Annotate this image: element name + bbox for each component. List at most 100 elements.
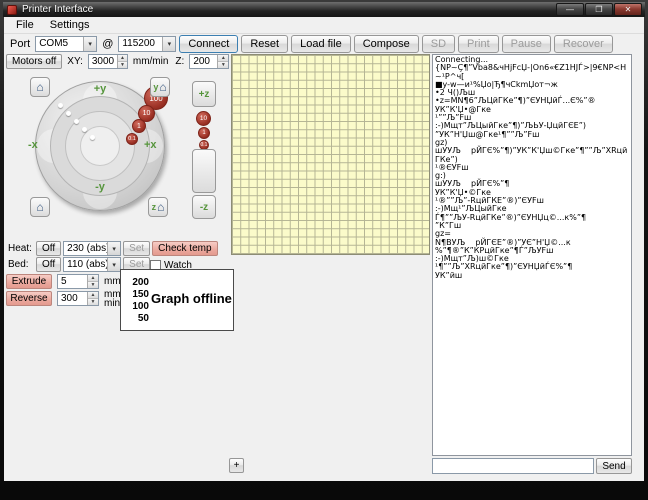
- jog-minus-x-label[interactable]: -x: [28, 139, 38, 151]
- heat-label: Heat:: [8, 243, 34, 254]
- wheel-dot: [58, 103, 63, 108]
- xy-feedrate-stepper[interactable]: 3000 ▲ ▼: [88, 54, 128, 69]
- load-file-button[interactable]: Load file: [291, 35, 351, 53]
- check-temp-button[interactable]: Check temp: [152, 241, 217, 256]
- caption-buttons: — ❐ ✕: [556, 3, 645, 16]
- window-title: Printer Interface: [22, 4, 93, 15]
- wheel-dot: [66, 111, 71, 116]
- xy-feedrate-value[interactable]: 3000: [89, 55, 117, 68]
- z-feedrate-value[interactable]: 200: [190, 55, 217, 68]
- menu-settings[interactable]: Settings: [42, 18, 98, 32]
- home-all-button[interactable]: ⌂: [30, 197, 50, 217]
- stepper-arrows[interactable]: ▲ ▼: [87, 292, 98, 305]
- step-up-icon[interactable]: ▲: [88, 292, 98, 299]
- graph-tick: 100: [121, 301, 149, 312]
- chevron-down-icon[interactable]: ▾: [162, 37, 175, 51]
- chevron-down-icon[interactable]: ▾: [107, 242, 120, 255]
- jog-plus-y-label[interactable]: +y: [86, 83, 114, 95]
- reset-button[interactable]: Reset: [241, 35, 288, 53]
- z-step-slider[interactable]: [192, 149, 216, 193]
- home-x-button[interactable]: ⌂: [30, 77, 50, 97]
- hotend-temp-row: Heat: Off 230 (abs) ▾ Set Check temp: [8, 241, 218, 256]
- reverse-speed-stepper[interactable]: 300 ▲ ▼: [57, 291, 99, 306]
- home-icon: ⌂: [36, 201, 43, 213]
- reverse-row: Reverse 300 ▲ ▼ mm/ min: [6, 291, 123, 306]
- sd-button[interactable]: SD: [422, 35, 455, 53]
- home-icon: ⌂: [159, 81, 166, 93]
- pause-button[interactable]: Pause: [502, 35, 551, 53]
- graph-offline-text: Graph offline: [151, 291, 232, 306]
- bed-off-button[interactable]: Off: [36, 257, 61, 272]
- step-badge-0.1: 0.1: [126, 133, 138, 145]
- home-icon: ⌂: [36, 81, 43, 93]
- compose-button[interactable]: Compose: [354, 35, 419, 53]
- window-frame: Printer Interface — ❐ ✕ File Settings Po…: [0, 0, 648, 500]
- print-button[interactable]: Print: [458, 35, 499, 53]
- expand-plus-button[interactable]: +: [229, 458, 244, 473]
- jog-controls: +y -y -x +x 100 10 1 0.1 ⌂ y ⌂ ⌂ z ⌂ +z: [24, 73, 224, 225]
- home-y-button[interactable]: y ⌂: [150, 77, 170, 97]
- z-plus-button[interactable]: +z: [192, 81, 216, 107]
- title-bar[interactable]: Printer Interface — ❐ ✕: [3, 2, 645, 17]
- heat-off-button[interactable]: Off: [36, 241, 61, 256]
- send-button[interactable]: Send: [596, 458, 632, 474]
- z-feedrate-stepper[interactable]: 200 ▲ ▼: [189, 54, 229, 69]
- z-step-badge-1: 1: [198, 127, 210, 139]
- step-up-icon[interactable]: ▲: [88, 275, 98, 282]
- step-badge-1: 1: [132, 119, 146, 133]
- maximize-button[interactable]: ❐: [585, 3, 613, 16]
- menu-file[interactable]: File: [8, 18, 42, 32]
- heat-set-button[interactable]: Set: [123, 241, 150, 256]
- port-select[interactable]: COM5 ▾: [35, 36, 97, 52]
- motors-off-button[interactable]: Motors off: [6, 54, 62, 69]
- connection-toolbar: Port COM5 ▾ @ 115200 ▾ Connect Reset Loa…: [8, 35, 613, 53]
- jog-wheel-ring-01[interactable]: [80, 126, 120, 166]
- baud-select[interactable]: 115200 ▾: [118, 36, 176, 52]
- bed-temp-value: 110 (abs): [64, 258, 107, 271]
- step-down-icon[interactable]: ▼: [88, 282, 98, 288]
- client-area: File Settings Port COM5 ▾ @ 115200 ▾ Con…: [4, 17, 644, 481]
- jog-plus-x-label[interactable]: +x: [144, 139, 157, 151]
- print-bed-canvas[interactable]: [231, 54, 430, 255]
- step-up-icon[interactable]: ▲: [118, 55, 127, 62]
- command-input[interactable]: [432, 458, 594, 474]
- extrude-amount-stepper[interactable]: 5 ▲ ▼: [57, 274, 99, 289]
- baud-value: 115200: [119, 37, 162, 51]
- feed-unit-label: mm/min: [131, 56, 171, 67]
- at-label: @: [100, 38, 115, 50]
- xy-feed-label: XY:: [65, 56, 85, 67]
- home-y-label: y: [153, 82, 158, 92]
- port-label: Port: [8, 38, 32, 50]
- step-down-icon[interactable]: ▼: [218, 62, 228, 68]
- stepper-arrows[interactable]: ▲ ▼: [117, 55, 127, 68]
- extrude-unit-label: mm: [104, 276, 121, 287]
- jog-minus-y-label[interactable]: -y: [86, 181, 114, 193]
- step-down-icon[interactable]: ▼: [88, 299, 98, 305]
- z-minus-button[interactable]: -z: [192, 195, 216, 219]
- graph-tick: 150: [121, 289, 149, 300]
- extrude-button[interactable]: Extrude: [6, 274, 52, 289]
- stepper-arrows[interactable]: ▲ ▼: [217, 55, 228, 68]
- step-down-icon[interactable]: ▼: [118, 62, 127, 68]
- minimize-button[interactable]: —: [556, 3, 584, 16]
- chevron-down-icon[interactable]: ▾: [107, 258, 120, 271]
- recover-button[interactable]: Recover: [554, 35, 613, 53]
- console-log[interactable]: Connecting... {NP~Ç¶”Vba8&чHjFcЏ-|On6«€Z…: [432, 54, 632, 456]
- heat-temp-select[interactable]: 230 (abs) ▾: [63, 241, 121, 256]
- home-z-button[interactable]: z ⌂: [148, 197, 168, 217]
- stepper-arrows[interactable]: ▲ ▼: [87, 275, 98, 288]
- connect-button[interactable]: Connect: [179, 35, 238, 53]
- chevron-down-icon[interactable]: ▾: [83, 37, 96, 51]
- extrude-amount-value[interactable]: 5: [58, 275, 87, 288]
- bed-temp-select[interactable]: 110 (abs) ▾: [63, 257, 121, 272]
- reverse-button[interactable]: Reverse: [6, 291, 52, 306]
- wheel-dot: [90, 135, 95, 140]
- heat-temp-value: 230 (abs): [64, 242, 107, 255]
- motion-toolbar: Motors off XY: 3000 ▲ ▼ mm/min Z: 200 ▲ …: [6, 54, 229, 69]
- port-value: COM5: [36, 37, 83, 51]
- close-button[interactable]: ✕: [614, 3, 642, 16]
- step-up-icon[interactable]: ▲: [218, 55, 228, 62]
- wheel-dot: [82, 127, 87, 132]
- home-icon: ⌂: [157, 201, 164, 213]
- reverse-speed-value[interactable]: 300: [58, 292, 87, 305]
